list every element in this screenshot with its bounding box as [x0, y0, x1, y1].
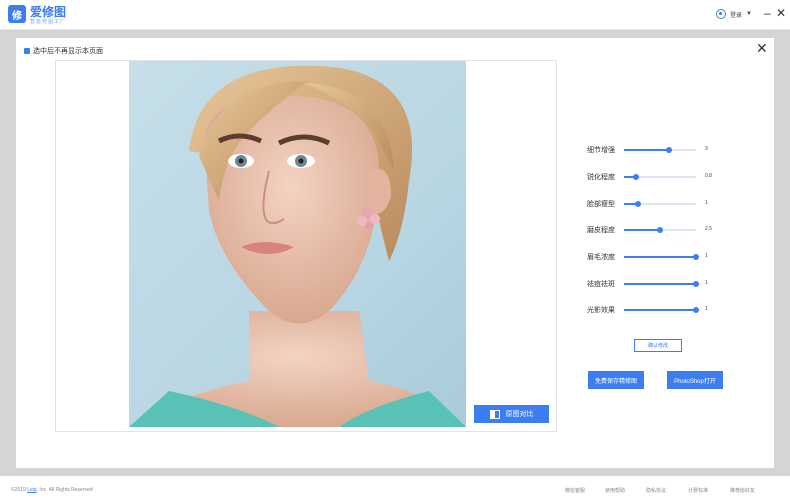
slider-track[interactable] [624, 201, 696, 207]
footer-link-recommend[interactable]: 推荐给好友 [730, 487, 755, 494]
slider-label: 脸部瘦型 [587, 201, 615, 208]
compare-icon [489, 409, 500, 419]
slider-track[interactable] [624, 147, 696, 153]
slider-lighting: 光影效果 1 [587, 305, 717, 315]
window-close-button[interactable]: ✕ [776, 6, 786, 20]
slider-brow-density: 眉毛浓度 1 [587, 252, 717, 262]
compare-original-button[interactable]: 原图对比 [474, 405, 549, 423]
slider-value: 1 [705, 280, 708, 286]
slider-track[interactable] [624, 174, 696, 180]
slider-track[interactable] [624, 281, 699, 287]
slider-fill [624, 283, 696, 285]
footer: ©2019 Leqi, Inc. All Rights Reserved 微信客… [0, 476, 790, 500]
portrait-photo [129, 61, 466, 427]
login-label: 登录 [730, 12, 743, 19]
slider-face-slim: 脸部瘦型 1 [587, 199, 717, 209]
copyright: ©2019 Leqi, Inc. All Rights Reserved [11, 487, 93, 493]
slider-value: 1 [705, 253, 708, 259]
open-photoshop-button[interactable]: PhotoShop打开 [667, 371, 723, 389]
slider-track[interactable] [624, 307, 699, 313]
slider-fill [624, 229, 660, 231]
slider-fill [624, 256, 696, 258]
app-slogan: 智能修图工厂 [30, 19, 67, 25]
slider-label: 眉毛浓度 [587, 254, 615, 261]
footer-link-pricing[interactable]: 计费标准 [688, 487, 708, 494]
free-save-button[interactable]: 免费保存精修图 [588, 371, 644, 389]
slider-label: 光影效果 [587, 307, 615, 314]
slider-knob[interactable] [657, 227, 663, 233]
login-menu[interactable]: 登录 ▼ [716, 9, 752, 19]
slider-blemish-removal: 祛痘祛斑 1 [587, 279, 717, 289]
slider-label: 锐化程度 [587, 174, 615, 181]
slider-label: 细节增强 [587, 147, 615, 154]
user-icon [716, 9, 726, 19]
footer-link-help[interactable]: 使用帮助 [605, 487, 625, 494]
slider-value: 3 [705, 146, 708, 152]
slider-skin-smooth: 磨皮程度 2.5 [587, 225, 717, 235]
slider-fill [624, 309, 696, 311]
slider-value: 0.8 [705, 173, 712, 179]
compare-button-label: 原图对比 [505, 411, 534, 418]
slider-sharpen: 锐化程度 0.8 [587, 172, 717, 182]
slider-knob[interactable] [693, 307, 699, 313]
slider-track[interactable] [624, 227, 696, 233]
slider-knob[interactable] [693, 254, 699, 260]
slider-detail-enhance: 细节增强 3 [587, 145, 717, 155]
company-link[interactable]: Leqi [27, 487, 36, 493]
slider-knob[interactable] [665, 147, 672, 153]
caret-down-icon: ▼ [746, 11, 752, 17]
dont-show-again-option[interactable]: 选中后不再显示本页面 [24, 46, 103, 56]
slider-label: 磨皮程度 [587, 227, 615, 234]
slider-value: 1 [705, 306, 708, 312]
slider-label: 祛痘祛斑 [587, 281, 615, 288]
portrait-illustration [129, 65, 466, 427]
slider-value: 1 [705, 200, 708, 206]
app-logo-icon: 修 [8, 5, 26, 23]
slider-knob[interactable] [634, 201, 641, 207]
title-bar: 修 爱修图 智能修图工厂 登录 ▼ – ✕ [0, 0, 790, 30]
minimize-button[interactable]: – [764, 6, 771, 20]
slider-fill [624, 149, 669, 151]
slider-knob[interactable] [632, 174, 639, 180]
slider-track[interactable] [624, 254, 699, 260]
confirm-changes-button[interactable]: 确认修改 [634, 339, 682, 352]
slider-value: 2.5 [705, 226, 712, 232]
copyright-prefix: ©2019 [11, 487, 28, 493]
dont-show-again-label: 选中后不再显示本页面 [33, 48, 103, 55]
footer-link-wechat-support[interactable]: 微信客服 [565, 487, 585, 494]
checkbox-icon[interactable] [24, 48, 30, 54]
footer-link-privacy[interactable]: 隐私协议 [646, 487, 666, 494]
dialog-close-button[interactable]: ✕ [756, 41, 768, 55]
slider-knob[interactable] [693, 281, 699, 287]
copyright-suffix: , Inc. All Rights Reserved [36, 487, 93, 493]
